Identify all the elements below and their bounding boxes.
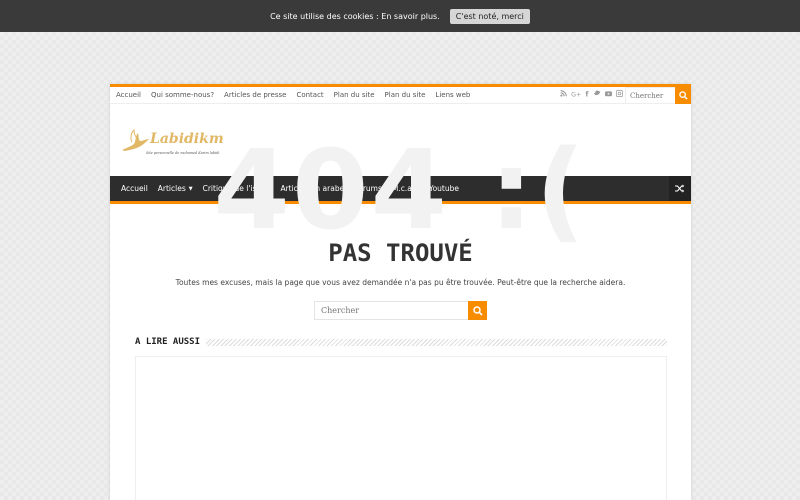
page-title: PAS TROUVÉ bbox=[328, 239, 473, 267]
rss-icon[interactable] bbox=[560, 90, 567, 97]
cookie-text: Ce site utilise des cookies : En savoir … bbox=[270, 11, 440, 21]
svg-text:G+: G+ bbox=[571, 91, 581, 97]
search-icon bbox=[678, 91, 688, 100]
top-nav-item-liens-web[interactable]: Liens web bbox=[430, 91, 475, 99]
error-code-background: 404 :( bbox=[213, 126, 588, 254]
related-articles-box bbox=[135, 356, 667, 500]
top-nav-item-contact[interactable]: Contact bbox=[291, 91, 328, 99]
top-nav-item-articles-presse[interactable]: Articles de presse bbox=[219, 91, 291, 99]
google-plus-icon[interactable]: G+ bbox=[571, 90, 581, 97]
top-nav-item-qui-sommes-nous[interactable]: Qui somme-nous? bbox=[146, 91, 219, 99]
not-found-message: Toutes mes excuses, mais la page que vou… bbox=[175, 278, 626, 287]
search-button[interactable] bbox=[468, 301, 487, 320]
search-input[interactable] bbox=[314, 301, 468, 320]
cookie-banner: Ce site utilise des cookies : En savoir … bbox=[0, 0, 800, 32]
instagram-icon[interactable] bbox=[616, 90, 623, 97]
also-read-label: A LIRE AUSSI bbox=[135, 337, 201, 347]
youtube-icon[interactable] bbox=[605, 90, 612, 97]
top-search-input[interactable] bbox=[625, 87, 675, 104]
svg-text:f: f bbox=[585, 90, 589, 97]
also-read-header: A LIRE AUSSI bbox=[135, 332, 667, 352]
top-nav: Accueil Qui somme-nous? Articles de pres… bbox=[110, 84, 691, 104]
main-search bbox=[314, 301, 487, 320]
twitter-icon[interactable] bbox=[594, 90, 601, 97]
top-nav-item-accueil[interactable]: Accueil bbox=[110, 91, 146, 99]
top-search bbox=[625, 87, 691, 104]
search-icon bbox=[472, 305, 483, 316]
top-nav-links: Accueil Qui somme-nous? Articles de pres… bbox=[110, 91, 475, 99]
top-search-button[interactable] bbox=[675, 87, 691, 104]
social-icons: G+ f bbox=[560, 90, 623, 97]
section-divider bbox=[206, 338, 667, 346]
top-nav-item-plan-du-site[interactable]: Plan du site bbox=[329, 91, 380, 99]
page-wrapper: Accueil Qui somme-nous? Articles de pres… bbox=[110, 84, 691, 500]
top-nav-item-plan-du-site-2[interactable]: Plan du site bbox=[380, 91, 431, 99]
cookie-accept-button[interactable]: C'est noté, merci bbox=[449, 8, 530, 24]
facebook-icon[interactable]: f bbox=[585, 90, 590, 97]
cookie-more-link[interactable]: En savoir plus. bbox=[381, 12, 440, 21]
